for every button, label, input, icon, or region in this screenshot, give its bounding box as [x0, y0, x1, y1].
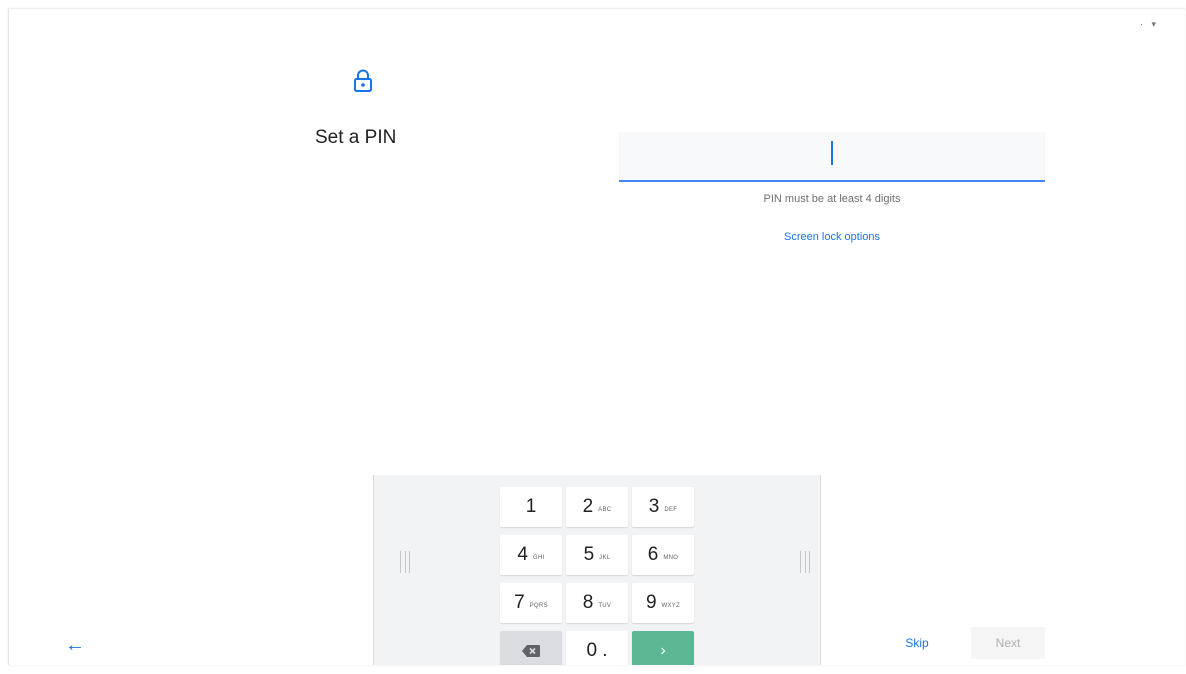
key-0[interactable]: 0 .	[566, 631, 628, 665]
page-title: Set a PIN	[315, 127, 397, 148]
pin-input[interactable]	[619, 132, 1045, 182]
text-caret	[831, 141, 833, 165]
right-drag-handle[interactable]	[800, 551, 810, 573]
key-4[interactable]: 4 GHI	[500, 535, 562, 575]
numeric-keypad: 1 2 ABC 3 DEF 4 GHI 5 JKL 6 MNO 7 PQRS 8 TUV 9W…	[373, 475, 821, 665]
screen-lock-options-link[interactable]: Screen lock options	[619, 231, 1045, 243]
skip-button[interactable]: Skip	[887, 627, 947, 659]
next-button[interactable]: Next	[971, 627, 1045, 659]
left-drag-handle[interactable]	[400, 551, 410, 573]
key-6[interactable]: 6 MNO	[632, 535, 694, 575]
key-3[interactable]: 3 DEF	[632, 487, 694, 527]
status-indicator: · ▾	[1139, 19, 1159, 29]
lock-icon	[354, 69, 372, 92]
go-key[interactable]: ›	[632, 631, 694, 665]
key-2[interactable]: 2 ABC	[566, 487, 628, 527]
key-9[interactable]: 9 WXYZ	[632, 583, 694, 623]
backspace-key[interactable]	[500, 631, 562, 665]
chevron-right-icon: ›	[660, 642, 666, 659]
backspace-icon	[522, 645, 540, 657]
key-1[interactable]: 1	[500, 487, 562, 527]
setup-screen: · ▾ Set a PIN PIN must be at least 4 dig…	[8, 8, 1185, 665]
key-5[interactable]: 5 JKL	[566, 535, 628, 575]
back-arrow-icon[interactable]: ←	[65, 634, 85, 657]
key-8[interactable]: 8 TUV	[566, 583, 628, 623]
pin-requirement-hint: PIN must be at least 4 digits	[763, 193, 901, 205]
key-7[interactable]: 7 PQRS	[500, 583, 562, 623]
